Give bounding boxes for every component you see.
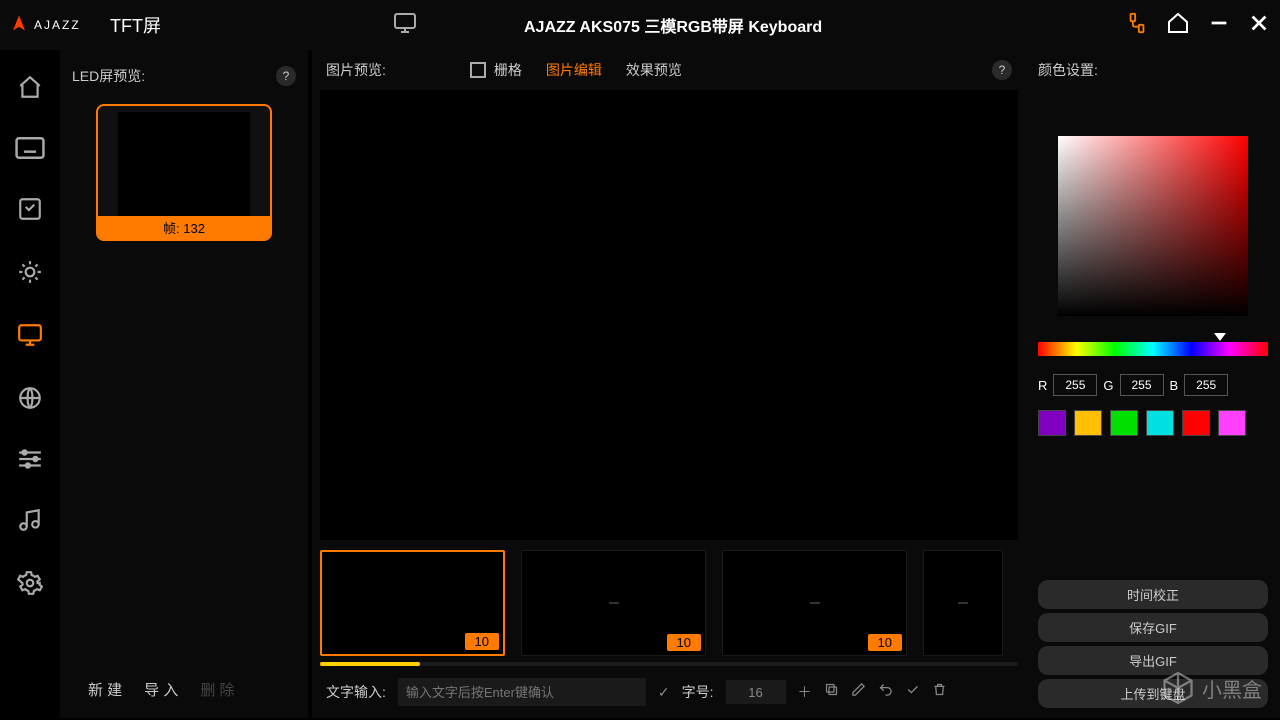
led-thumbnail-screen [118,112,250,216]
grid-label: 栅格 [494,62,522,78]
nav-equalizer-icon[interactable] [17,448,43,475]
frame-duration: 10 [667,634,701,651]
swatch[interactable] [1110,410,1138,436]
tab-image-edit[interactable]: 图片编辑 [546,60,602,80]
help-icon[interactable]: ? [276,66,296,86]
edit-icon[interactable] [851,682,866,702]
color-panel: 颜色设置: R G B 时间校正 保存GIF 导出GIF 上传到键盘 [1026,50,1280,718]
delete-button[interactable]: 删 除 [200,679,234,700]
nav-macro-icon[interactable] [17,196,43,227]
nav-keyboard-icon[interactable] [15,137,45,164]
editor-canvas[interactable] [320,90,1018,540]
color-panel-title: 颜色设置: [1038,60,1268,80]
image-preview-label: 图片预览: [326,60,386,80]
tab-effect-preview[interactable]: 效果预览 [626,60,682,80]
led-preview-title: LED屏预览: [72,66,145,86]
text-input-label: 文字输入: [326,682,386,702]
swatch[interactable] [1038,410,1066,436]
brand-text: AJAZZ [34,18,81,32]
nav-home-icon[interactable] [17,74,43,105]
time-adjust-button[interactable]: 时间校正 [1038,580,1268,609]
frame-counter: 帧: 132 [98,216,270,239]
confirm-icon[interactable]: ✓ [658,684,670,701]
export-gif-button[interactable]: 导出GIF [1038,646,1268,675]
minimize-icon[interactable] [1208,12,1230,39]
connection-icon[interactable] [1126,12,1148,39]
brand-logo: AJAZZ [10,14,98,37]
add-icon[interactable]: ＋ [798,682,812,702]
new-button[interactable]: 新 建 [88,679,122,700]
saturation-picker[interactable] [1058,136,1248,316]
check-icon[interactable] [905,682,920,702]
section-title: TFT屏 [110,12,161,38]
trash-icon[interactable] [932,682,947,702]
save-gif-button[interactable]: 保存GIF [1038,613,1268,642]
editor-help-icon[interactable]: ? [992,60,1012,80]
hue-slider[interactable] [1038,342,1268,356]
frame-item[interactable]: 10 [722,550,907,656]
font-size-label: 字号: [682,682,714,702]
hue-handle[interactable] [1214,333,1226,341]
undo-icon[interactable] [878,682,893,702]
nav-light-icon[interactable] [17,259,43,290]
swatch[interactable] [1218,410,1246,436]
editor-panel: 图片预览: 栅格 图片编辑 效果预览 ? 10 10 10 文字输入: ✓ 字号… [312,50,1026,718]
frame-item[interactable]: 10 [521,550,706,656]
monitor-icon[interactable] [391,11,419,40]
frame-scrollbar[interactable] [320,662,1018,666]
nav-screen-icon[interactable] [16,322,44,353]
b-label: B [1170,378,1179,393]
r-label: R [1038,378,1047,393]
frame-duration: 10 [868,634,902,651]
frame-item[interactable]: 10 [320,550,505,656]
g-label: G [1103,378,1113,393]
led-preview-panel: LED屏预览: ? 帧: 132 新 建 导 入 删 除 [60,50,308,718]
swatch[interactable] [1146,410,1174,436]
import-button[interactable]: 导 入 [144,679,178,700]
nav-globe-icon[interactable] [17,385,43,416]
grid-checkbox[interactable] [470,62,486,78]
copy-icon[interactable] [824,682,839,702]
g-input[interactable] [1120,374,1164,396]
app-title: AJAZZ AKS075 三模RGB带屏 Keyboard [524,13,822,37]
close-icon[interactable] [1248,12,1270,39]
frame-strip: 10 10 10 [312,540,1026,666]
frame-duration: 10 [465,633,499,650]
color-swatches [1038,410,1268,436]
font-size-value[interactable]: 16 [726,680,786,704]
swatch[interactable] [1182,410,1210,436]
frame-item[interactable] [923,550,1003,656]
r-input[interactable] [1053,374,1097,396]
nav-music-icon[interactable] [17,507,43,538]
title-bar: AJAZZ TFT屏 AJAZZ AKS075 三模RGB带屏 Keyboard [0,0,1280,50]
b-input[interactable] [1184,374,1228,396]
home-icon[interactable] [1166,11,1190,40]
text-input[interactable] [398,678,646,706]
swatch[interactable] [1074,410,1102,436]
logo-icon [10,14,28,37]
upload-button[interactable]: 上传到键盘 [1038,679,1268,708]
led-thumbnail[interactable]: 帧: 132 [96,104,272,241]
nav-settings-icon[interactable] [17,570,43,601]
nav-sidebar [0,50,60,718]
